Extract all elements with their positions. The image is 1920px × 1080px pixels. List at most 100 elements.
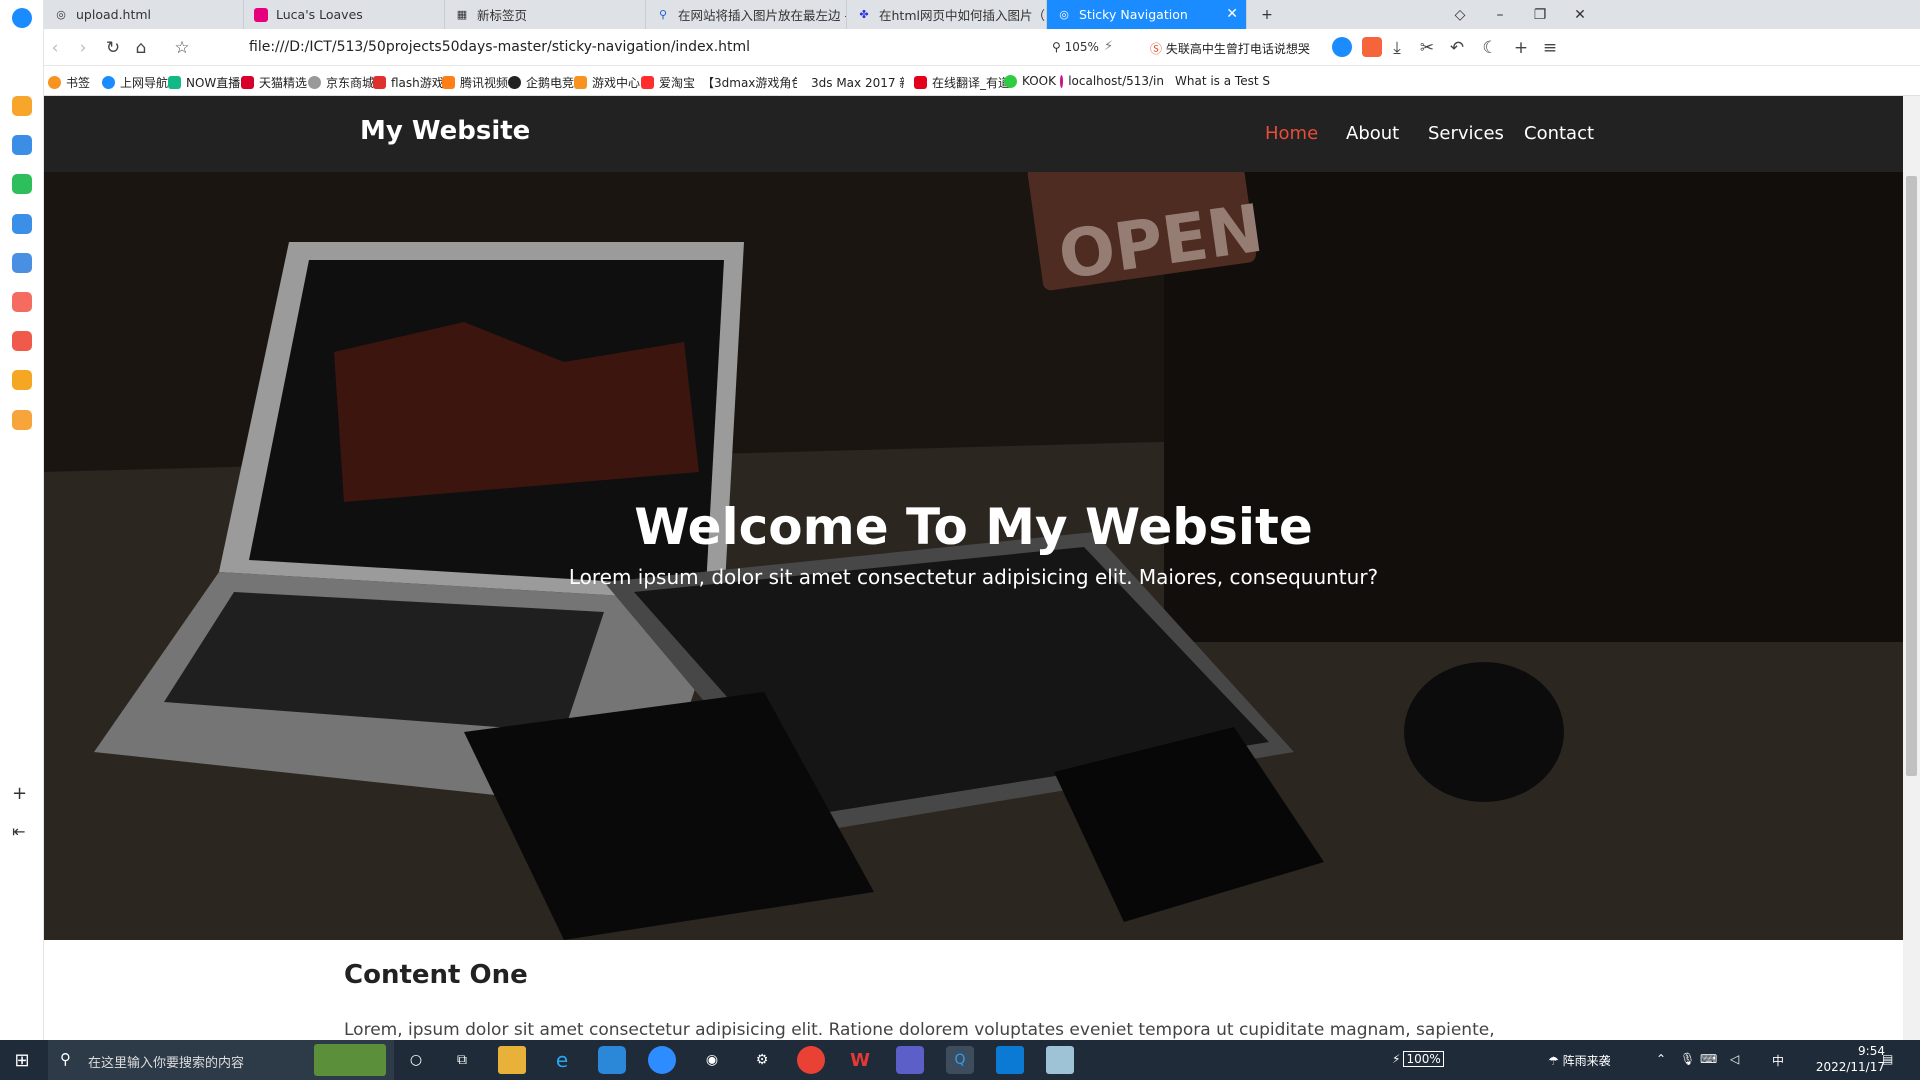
search-tool-icon[interactable] [12, 370, 32, 390]
bookmark-item[interactable]: flash游戏 [373, 74, 444, 91]
bookmark-item[interactable]: 爱淘宝 [641, 74, 695, 91]
tab-new-tab[interactable]: ▦ 新标签页 [445, 0, 646, 29]
windows-start-icon[interactable]: ⊞ [8, 1046, 36, 1074]
battery-indicator[interactable]: ⚡ 100% [1392, 1051, 1444, 1067]
pdf-icon[interactable] [12, 331, 32, 351]
weibo-icon[interactable] [12, 253, 32, 273]
home-icon[interactable]: ⌂ [130, 37, 152, 59]
notification-icon[interactable]: ▤ [1882, 1052, 1893, 1066]
site-logo[interactable]: My Website [360, 116, 530, 146]
restore-button[interactable]: ❐ [1520, 0, 1560, 29]
minimize-button[interactable]: – [1480, 0, 1520, 29]
nav-home[interactable]: Home [1265, 123, 1318, 144]
tab-search[interactable]: ⚲在网站将插入图片放在最左边 - 搜索 [646, 0, 847, 29]
page-scrollbar[interactable] [1903, 96, 1920, 1040]
bookmark-item[interactable]: 京东商城 [308, 74, 374, 91]
bookmark-item[interactable]: 在线翻译_有道 [914, 74, 1010, 91]
download-icon[interactable]: ⤓ [1386, 37, 1408, 59]
nav-contact[interactable]: Contact [1524, 123, 1594, 144]
store-icon[interactable] [598, 1046, 626, 1074]
file-explorer-icon[interactable] [498, 1046, 526, 1074]
network-icon[interactable]: ⌨ [1700, 1052, 1717, 1066]
close-window-button[interactable]: ✕ [1560, 0, 1600, 29]
favorites-icon[interactable] [12, 96, 32, 116]
weather-widget[interactable]: ☂ 阵雨来袭 [1548, 1052, 1611, 1069]
bookmark-item[interactable]: 上网导航 [102, 74, 168, 91]
search-box[interactable]: Ⓢ 失联高中生曾打电话说想哭 [1150, 40, 1320, 57]
add-icon[interactable]: + [1510, 37, 1532, 59]
tools-icon[interactable]: ✂ [1416, 37, 1438, 59]
bookmark-item[interactable]: 书签 [48, 74, 90, 91]
tab-baidu[interactable]: ✤在html网页中如何插入图片（1）-百度 [847, 0, 1047, 29]
tray-expand-icon[interactable]: ⌃ [1656, 1052, 1666, 1066]
ime-indicator[interactable]: 中 [1772, 1052, 1784, 1069]
bookmark-icon [914, 76, 927, 89]
browser-sidebar: + ⇤ [0, 0, 44, 1040]
zoom-app-icon[interactable] [648, 1046, 676, 1074]
bookmark-item[interactable]: 天猫精选 [241, 74, 307, 91]
grid-icon: ▦ [456, 8, 468, 21]
menu-icon[interactable]: ≡ [1539, 37, 1561, 59]
undo-icon[interactable]: ↶ [1446, 37, 1468, 59]
bookmark-icon [574, 76, 587, 89]
night-mode-icon[interactable]: ☾ [1479, 37, 1501, 59]
lightning-icon[interactable]: ⚡ [1104, 39, 1113, 54]
add-icon[interactable]: + [12, 783, 27, 804]
vscode-icon[interactable] [996, 1046, 1024, 1074]
back-icon[interactable]: ‹ [44, 37, 66, 59]
bookmark-item[interactable]: 【3dmax游戏角色 [697, 74, 797, 91]
taskbar-search[interactable]: ⚲ 在这里输入你要搜索的内容 [48, 1040, 394, 1080]
reload-icon[interactable]: ↻ [102, 37, 124, 59]
bookmark-item[interactable]: localhost/513/in [1060, 74, 1164, 88]
notes-icon[interactable] [12, 410, 32, 430]
wechat-icon[interactable] [12, 174, 32, 194]
skin-icon[interactable]: ◇ [1440, 0, 1480, 29]
bookmark-item[interactable]: 游戏中心 [574, 74, 640, 91]
microphone-icon[interactable]: 🎙 [1680, 1052, 1695, 1066]
tab-lucas-loaves[interactable]: Luca's Loaves [244, 0, 445, 29]
nav-services[interactable]: Services [1428, 123, 1504, 144]
extension-icon[interactable] [1332, 37, 1352, 57]
cloud-icon[interactable] [12, 214, 32, 234]
bookmark-item[interactable]: 3ds Max 2017 新 [806, 74, 904, 91]
nav-about[interactable]: About [1346, 123, 1399, 144]
steam-icon[interactable]: ⚙ [748, 1046, 776, 1074]
zoom-indicator[interactable]: ⚲ 105% [1052, 40, 1099, 54]
speaker-icon[interactable]: ◁ [1730, 1052, 1739, 1066]
tab-upload[interactable]: ◎ upload.html [44, 0, 244, 29]
history-icon[interactable] [12, 135, 32, 155]
bookmark-item[interactable]: KOOK [1004, 74, 1056, 88]
bookmark-item[interactable]: NOW直播 [168, 74, 240, 91]
url-input[interactable]: file:///D:/ICT/513/50projects50days-mast… [249, 39, 750, 55]
scrollbar-thumb[interactable] [1906, 176, 1917, 776]
bookmark-item[interactable]: 企鹅电竞 [508, 74, 574, 91]
sogou-icon: Ⓢ [1150, 42, 1166, 56]
collapse-sidebar-icon[interactable]: ⇤ [12, 822, 25, 841]
search-highlight-image [314, 1044, 386, 1076]
browser-logo-icon[interactable] [12, 8, 32, 28]
clock[interactable]: 9:54 2022/11/17 [1785, 1043, 1885, 1075]
translate-icon[interactable] [1362, 37, 1382, 57]
wps-icon[interactable]: W [846, 1046, 874, 1074]
tab-sticky-navigation[interactable]: ◎ Sticky Navigation ✕ [1047, 0, 1247, 29]
bookmark-icon [373, 76, 386, 89]
bookmark-star-icon[interactable]: ☆ [171, 37, 193, 59]
bookmark-item[interactable]: What is a Test Sc [1170, 74, 1270, 88]
close-tab-icon[interactable]: ✕ [1226, 6, 1238, 22]
chrome-icon[interactable] [797, 1046, 825, 1074]
bookmark-icon [308, 76, 321, 89]
site-favicon-icon [254, 7, 268, 22]
task-view-icon[interactable]: ⧉ [448, 1046, 476, 1074]
app-icon[interactable] [12, 292, 32, 312]
app-icon[interactable]: ◉ [698, 1046, 726, 1074]
new-tab-button[interactable]: + [1247, 0, 1287, 29]
cortana-icon[interactable]: ○ [402, 1046, 430, 1074]
edge-icon[interactable]: e [548, 1046, 576, 1074]
bookmark-item[interactable]: 腾讯视频 [442, 74, 508, 91]
notepad-icon[interactable] [1046, 1046, 1074, 1074]
tab-bar: ◎ upload.html Luca's Loaves ▦ 新标签页 ⚲ 在网站将插入… [44, 0, 1920, 29]
browser-taskbar-icon[interactable]: Q [946, 1046, 974, 1074]
globe-icon: ◎ [1059, 8, 1069, 21]
teams-icon[interactable] [896, 1046, 924, 1074]
forward-icon[interactable]: › [72, 37, 94, 59]
